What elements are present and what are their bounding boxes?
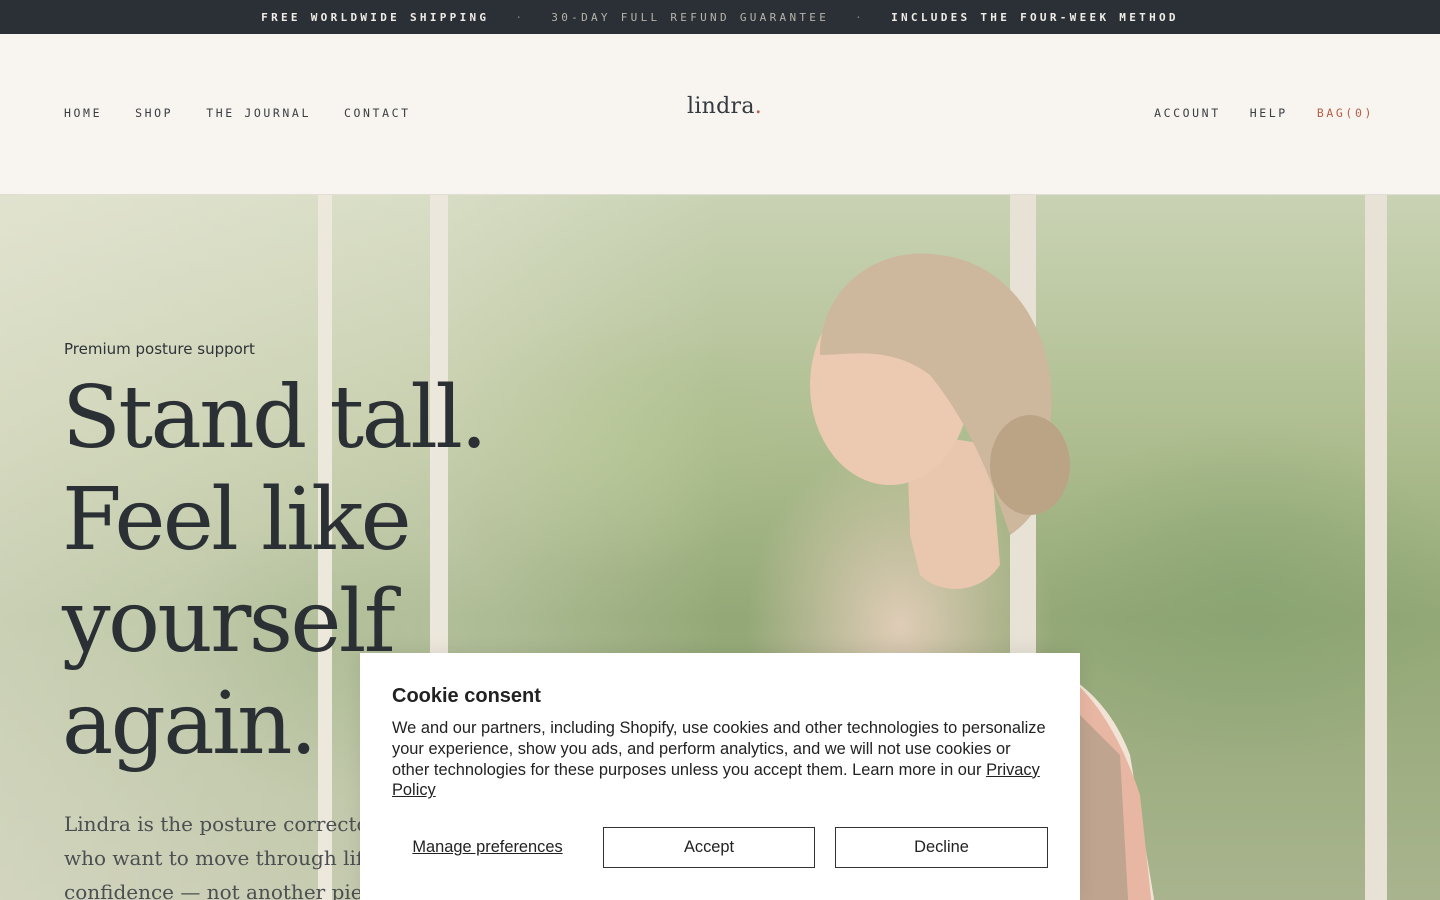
manage-preferences-button[interactable]: Manage preferences	[392, 827, 583, 868]
announcement-shipping: FREE WORLDWIDE SHIPPING	[261, 10, 490, 24]
headline-line: Feel like	[62, 470, 412, 570]
primary-nav: HOME SHOP THE JOURNAL CONTACT	[64, 106, 444, 120]
cookie-consent-dialog: Cookie consent We and our partners, incl…	[360, 653, 1080, 900]
headline-line: Stand tall.	[62, 368, 488, 468]
nav-account[interactable]: ACCOUNT	[1154, 106, 1221, 120]
announcement-method: INCLUDES THE FOUR-WEEK METHOD	[891, 10, 1179, 24]
cookie-description: We and our partners, including Shopify, …	[392, 718, 1048, 801]
nav-home[interactable]: HOME	[64, 106, 102, 120]
announcement-refund: 30-DAY FULL REFUND GUARANTEE	[551, 10, 830, 24]
nav-help[interactable]: HELP	[1250, 106, 1288, 120]
announcement-separator: ·	[515, 10, 526, 24]
cookie-text: We and our partners, including Shopify, …	[392, 719, 1046, 779]
nav-journal[interactable]: THE JOURNAL	[206, 106, 311, 120]
nav-bag[interactable]: BAG(0)	[1317, 106, 1374, 120]
logo-dot: .	[754, 94, 763, 119]
cookie-actions: Manage preferences Accept Decline	[392, 827, 1048, 868]
logo-text: lindra	[687, 94, 755, 119]
utility-nav: ACCOUNT HELP BAG(0)	[1125, 106, 1374, 120]
announcement-bar: FREE WORLDWIDE SHIPPING · 30-DAY FULL RE…	[0, 0, 1440, 34]
hero-eyebrow: Premium posture support	[64, 340, 255, 358]
nav-contact[interactable]: CONTACT	[344, 106, 411, 120]
announcement-separator: ·	[855, 10, 866, 24]
accept-button[interactable]: Accept	[603, 827, 815, 868]
site-logo[interactable]: lindra.	[687, 94, 762, 119]
site-header: HOME SHOP THE JOURNAL CONTACT lindra. AC…	[0, 34, 1440, 195]
cookie-title: Cookie consent	[392, 685, 541, 707]
decline-button[interactable]: Decline	[835, 827, 1048, 868]
nav-shop[interactable]: SHOP	[135, 106, 173, 120]
window-frame	[1365, 195, 1387, 900]
